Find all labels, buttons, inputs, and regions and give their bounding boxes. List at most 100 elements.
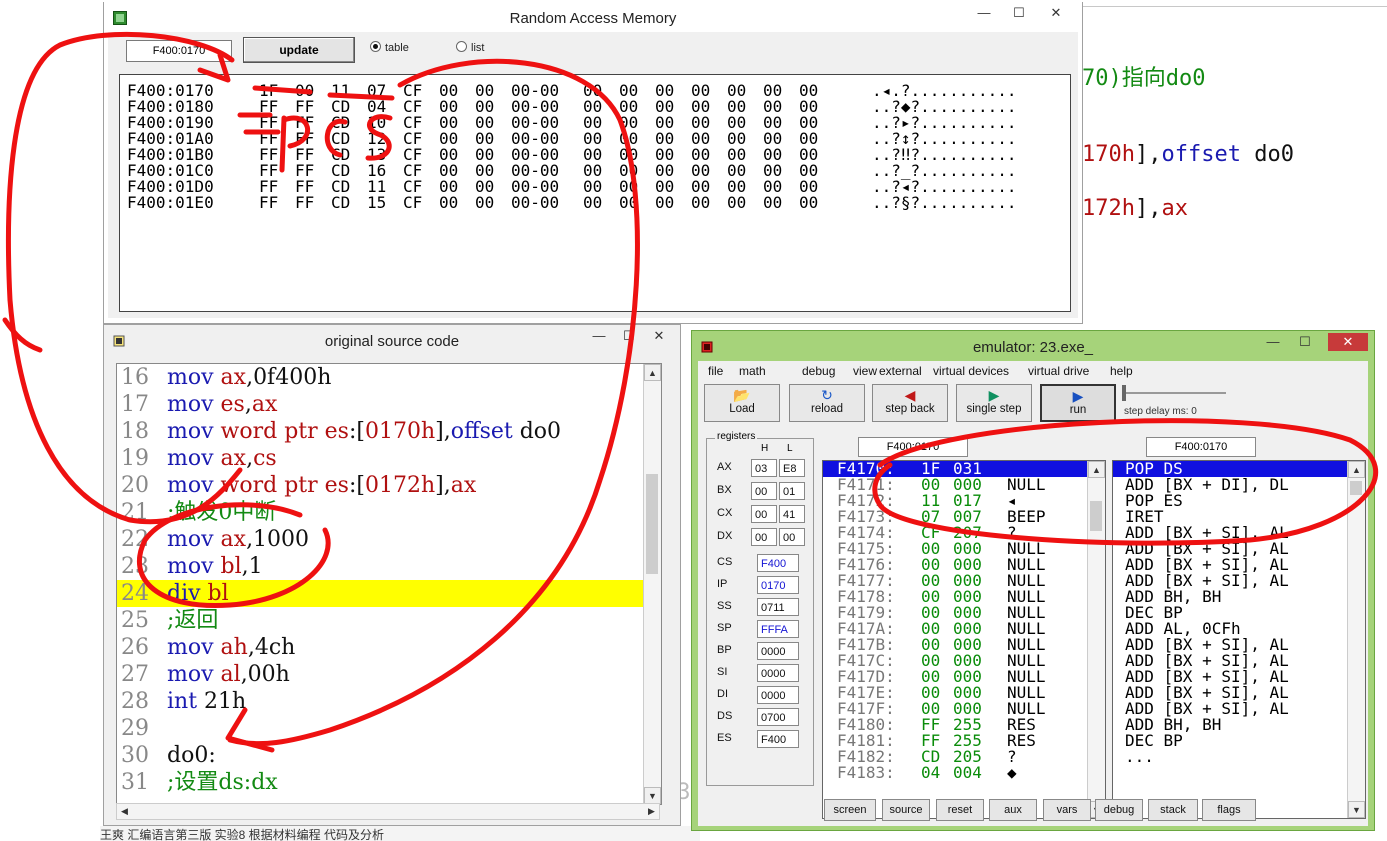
disasm-row[interactable]: DEC BP [1113, 733, 1351, 749]
maximize-button[interactable]: ☐ [1290, 333, 1320, 351]
minimize-button[interactable]: — [1258, 333, 1288, 351]
close-button[interactable]: ✕ [1328, 333, 1368, 351]
menu-item-help[interactable]: help [1110, 364, 1133, 378]
menu-item-virtual-devices[interactable]: virtual devices [933, 364, 1009, 378]
tool-Load-button[interactable]: 📂 Load [704, 384, 780, 422]
memory-list-row[interactable]: F417A: 00 000 NULL [823, 621, 1085, 637]
menu-item-virtual-drive[interactable]: virtual drive [1028, 364, 1089, 378]
memory-list-row[interactable]: F417B: 00 000 NULL [823, 637, 1085, 653]
vertical-scrollbar[interactable]: ▲ ▼ [1087, 461, 1105, 818]
memory-address-input[interactable]: F400:0170 [858, 437, 968, 457]
disasm-row[interactable]: ADD [BX + SI], AL [1113, 669, 1351, 685]
register-cs[interactable]: F400 [757, 554, 799, 572]
register-ip[interactable]: 0170 [757, 576, 799, 594]
register-ax-high[interactable]: 03 [751, 459, 777, 477]
vars-button[interactable]: vars [1043, 799, 1091, 821]
maximize-button[interactable]: ☐ [614, 327, 644, 345]
disasm-row[interactable]: ADD [BX + SI], AL [1113, 685, 1351, 701]
scroll-thumb[interactable] [1090, 501, 1102, 531]
register-cx-high[interactable]: 00 [751, 505, 777, 523]
menu-item-math[interactable]: math [739, 364, 766, 378]
register-cx-low[interactable]: 41 [779, 505, 805, 523]
source-titlebar[interactable]: original source code — ☐ ✕ [104, 325, 680, 355]
close-button[interactable]: ✕ [1036, 4, 1076, 22]
disasm-row[interactable]: ADD [BX + SI], AL [1113, 557, 1351, 573]
disasm-row-selected[interactable]: POP DS [1113, 461, 1351, 477]
disasm-row[interactable]: ADD BH, BH [1113, 717, 1351, 733]
register-ax-low[interactable]: E8 [779, 459, 805, 477]
ram-address-input[interactable]: F400:0170 [126, 40, 232, 62]
tool-run-button[interactable]: ▶ run [1040, 384, 1116, 422]
close-button[interactable]: ✕ [644, 327, 674, 345]
disasm-row[interactable]: ADD [BX + SI], AL [1113, 525, 1351, 541]
scroll-down-icon[interactable]: ▼ [1348, 801, 1365, 818]
memory-list-row[interactable]: F4172: 11 017 ◂ [823, 493, 1085, 509]
maximize-button[interactable]: ☐ [1004, 4, 1034, 22]
scroll-up-icon[interactable]: ▲ [1348, 461, 1365, 478]
register-bx-high[interactable]: 00 [751, 482, 777, 500]
disasm-row[interactable]: POP ES [1113, 493, 1351, 509]
disasm-address-input[interactable]: F400:0170 [1146, 437, 1256, 457]
memory-list-row[interactable]: F417D: 00 000 NULL [823, 669, 1085, 685]
scroll-left-icon[interactable]: ◀ [117, 804, 132, 819]
register-dx-high[interactable]: 00 [751, 528, 777, 546]
register-ds[interactable]: 0700 [757, 708, 799, 726]
memory-list-row[interactable]: F417E: 00 000 NULL [823, 685, 1085, 701]
memory-list-row[interactable]: F4181: FF 255 RES [823, 733, 1085, 749]
memory-list-row[interactable]: F4183: 04 004 ◆ [823, 765, 1085, 781]
disasm-row[interactable]: ADD [BX + SI], AL [1113, 637, 1351, 653]
disasm-row[interactable]: ADD [BX + SI], AL [1113, 541, 1351, 557]
disasm-row[interactable]: ADD AL, 0CFh [1113, 621, 1351, 637]
screen-button[interactable]: screen [824, 799, 876, 821]
scroll-up-icon[interactable]: ▲ [1088, 461, 1105, 478]
register-ss[interactable]: 0711 [757, 598, 799, 616]
disasm-row[interactable]: ADD BH, BH [1113, 589, 1351, 605]
memory-list-row[interactable]: F4174: CF 207? [823, 525, 1085, 541]
disasm-row[interactable]: ADD [BX + SI], AL [1113, 573, 1351, 589]
source-button[interactable]: source [882, 799, 930, 821]
minimize-button[interactable]: — [969, 4, 999, 22]
minimize-button[interactable]: — [584, 327, 614, 345]
disasm-row[interactable]: ADD [BX + DI], DL [1113, 477, 1351, 493]
flags-button[interactable]: flags [1202, 799, 1256, 821]
scroll-right-icon[interactable]: ▶ [644, 804, 659, 819]
aux-button[interactable]: aux [989, 799, 1037, 821]
debug-button[interactable]: debug [1095, 799, 1143, 821]
scroll-thumb[interactable] [1350, 481, 1362, 495]
memory-list-row[interactable]: F4177: 00 000 NULL [823, 573, 1085, 589]
disassembly-list[interactable]: ... DEC BP ADD BH, BH ADD [BX + SI], AL ADD … [1112, 460, 1366, 819]
register-si[interactable]: 0000 [757, 664, 799, 682]
menu-item-file[interactable]: file [708, 364, 723, 378]
update-button[interactable]: update [243, 37, 355, 63]
disasm-row[interactable]: IRET [1113, 509, 1351, 525]
emulator-titlebar[interactable]: emulator: 23.exe_ — ☐ ✕ [692, 331, 1374, 361]
register-es[interactable]: F400 [757, 730, 799, 748]
menu-item-debug[interactable]: debug [802, 364, 835, 378]
slider-thumb[interactable] [1122, 385, 1126, 401]
scroll-thumb[interactable] [646, 474, 658, 574]
memory-list-row[interactable]: F4182: CD 205? [823, 749, 1085, 765]
memory-list-row-selected[interactable]: F4170: 1F 031 [823, 461, 1087, 477]
scroll-down-icon[interactable]: ▼ [644, 787, 661, 804]
reset-button[interactable]: reset [936, 799, 984, 821]
scroll-up-icon[interactable]: ▲ [644, 364, 661, 381]
disasm-row[interactable]: ADD [BX + SI], AL [1113, 701, 1351, 717]
memory-list-row[interactable]: F417C: 00 000 NULL [823, 653, 1085, 669]
register-di[interactable]: 0000 [757, 686, 799, 704]
menu-item-view[interactable]: view [853, 364, 877, 378]
memory-list-row[interactable]: F4175: 00 000 NULL [823, 541, 1085, 557]
source-code-view[interactable]: 31 ;设置ds:dx 30 do0: 29 28 int 21h 27 mov al,00h 2… [116, 363, 662, 805]
memory-list-row[interactable]: F4178: 00 000 NULL [823, 589, 1085, 605]
ram-titlebar[interactable]: Random Access Memory — ☐ ✕ [104, 2, 1082, 32]
menu-item-external[interactable]: external [879, 364, 922, 378]
register-bx-low[interactable]: 01 [779, 482, 805, 500]
list-radio[interactable]: list [456, 41, 484, 54]
memory-list-row[interactable]: F4179: 00 000 NULL [823, 605, 1085, 621]
step-delay-slider[interactable]: step delay ms: 0 [1120, 385, 1230, 420]
disasm-row[interactable]: ADD [BX + SI], AL [1113, 653, 1351, 669]
tool-step-back-button[interactable]: ◀ step back [872, 384, 948, 422]
memory-list-row[interactable]: F417F: 00 000 NULL [823, 701, 1085, 717]
tool-single-step-button[interactable]: ▶ single step [956, 384, 1032, 422]
disasm-row[interactable]: DEC BP [1113, 605, 1351, 621]
disasm-row[interactable]: ... [1113, 749, 1351, 765]
